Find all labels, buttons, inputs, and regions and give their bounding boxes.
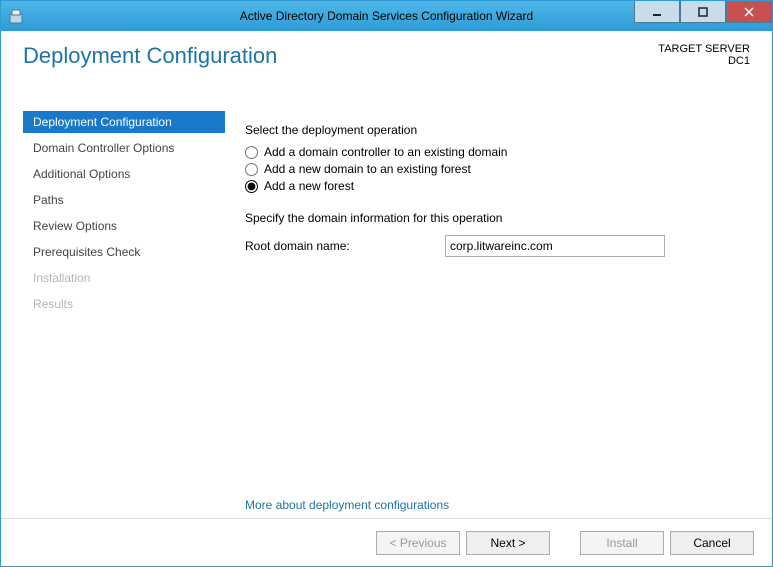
step-paths[interactable]: Paths — [23, 189, 225, 211]
maximize-button[interactable] — [680, 1, 726, 23]
install-button: Install — [580, 531, 664, 555]
root-domain-label: Root domain name: — [245, 239, 445, 253]
root-domain-row: Root domain name: — [245, 235, 744, 257]
page-title: Deployment Configuration — [23, 43, 277, 69]
content-area: Deployment Configuration TARGET SERVER D… — [1, 31, 772, 566]
step-review-options[interactable]: Review Options — [23, 215, 225, 237]
radio-label: Add a domain controller to an existing d… — [264, 145, 507, 159]
radio-input-existing-forest[interactable] — [245, 163, 258, 176]
radio-add-domain-existing-forest[interactable]: Add a new domain to an existing forest — [245, 162, 744, 176]
cancel-button[interactable]: Cancel — [670, 531, 754, 555]
radio-label: Add a new domain to an existing forest — [264, 162, 471, 176]
radio-input-new-forest[interactable] — [245, 180, 258, 193]
step-results: Results — [23, 293, 225, 315]
radio-input-existing-domain[interactable] — [245, 146, 258, 159]
radio-label: Add a new forest — [264, 179, 354, 193]
window-controls — [634, 1, 772, 23]
body-area: Deployment Configuration Domain Controll… — [1, 111, 772, 518]
step-installation: Installation — [23, 267, 225, 289]
radio-add-new-forest[interactable]: Add a new forest — [245, 179, 744, 193]
radio-add-dc-existing-domain[interactable]: Add a domain controller to an existing d… — [245, 145, 744, 159]
step-additional-options[interactable]: Additional Options — [23, 163, 225, 185]
step-deployment-configuration[interactable]: Deployment Configuration — [23, 111, 225, 133]
header-area: Deployment Configuration TARGET SERVER D… — [1, 31, 772, 111]
wizard-window: Active Directory Domain Services Configu… — [0, 0, 773, 567]
minimize-button[interactable] — [634, 1, 680, 23]
target-server-label: TARGET SERVER — [658, 43, 750, 55]
wizard-steps-sidebar: Deployment Configuration Domain Controll… — [23, 111, 225, 518]
close-button[interactable] — [726, 1, 772, 23]
main-panel: Select the deployment operation Add a do… — [225, 111, 750, 518]
step-prerequisites-check[interactable]: Prerequisites Check — [23, 241, 225, 263]
specify-label: Specify the domain information for this … — [245, 211, 744, 225]
operation-label: Select the deployment operation — [245, 123, 744, 137]
titlebar[interactable]: Active Directory Domain Services Configu… — [1, 1, 772, 31]
app-icon — [9, 8, 25, 24]
step-domain-controller-options[interactable]: Domain Controller Options — [23, 137, 225, 159]
help-link-deployment-configurations[interactable]: More about deployment configurations — [245, 498, 449, 512]
previous-button: < Previous — [376, 531, 460, 555]
target-server-info: TARGET SERVER DC1 — [658, 43, 750, 67]
next-button[interactable]: Next > — [466, 531, 550, 555]
root-domain-input[interactable] — [445, 235, 665, 257]
target-server-value: DC1 — [658, 55, 750, 67]
button-bar: < Previous Next > Install Cancel — [1, 518, 772, 566]
